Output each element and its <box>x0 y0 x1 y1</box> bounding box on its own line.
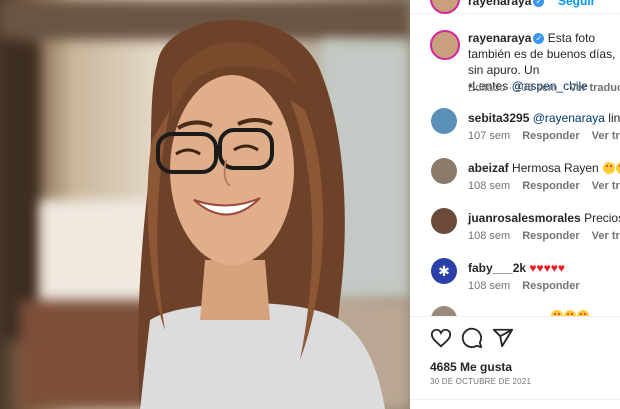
avatar[interactable] <box>431 158 457 184</box>
comment-text: abeizaf Hermosa Rayen <box>468 161 620 175</box>
avatar[interactable] <box>430 30 460 60</box>
add-comment-section[interactable] <box>410 399 620 400</box>
reply-button[interactable]: Responder <box>522 180 579 192</box>
comment-item: abeizaf Hermosa Rayen 108 sem Responder Ve… <box>410 158 620 206</box>
follow-button[interactable]: Seguir <box>558 0 595 8</box>
comment-text: faby___2k ♥♥♥♥♥ <box>468 261 565 275</box>
portrait-illustration <box>138 20 385 409</box>
translate-button[interactable]: Ver traducción <box>569 82 620 94</box>
header-username[interactable]: rayenaraya ✓ <box>468 0 545 8</box>
likes-count[interactable]: 4685 Me gusta <box>430 360 512 374</box>
avatar[interactable] <box>431 108 457 134</box>
comment-text: juanrosalesmorales Preciosa mi <box>468 211 620 225</box>
verified-icon: ✓ <box>533 33 545 44</box>
heart-eyes-emoji-icon <box>603 162 616 174</box>
post-header: rayenaraya ✓ Seguir <box>410 0 620 14</box>
comment-mention-link[interactable]: @rayenaraya <box>533 111 605 125</box>
reply-button[interactable]: Responder <box>522 280 579 292</box>
comment-meta: 108 semResponderVer traducción <box>468 230 620 242</box>
comment-item: ✱ faby___2k ♥♥♥♥♥ 108 sem Responder <box>410 258 620 306</box>
reply-button[interactable]: Responder <box>522 130 579 142</box>
comment-item: juanrosalesmorales Preciosa mi 108 semRe… <box>410 208 620 256</box>
caption-meta: Editado · 108 semVer traducción <box>468 82 620 94</box>
comment-meta: 108 semResponderVer traducción <box>468 180 620 192</box>
comment-username[interactable]: abeizaf <box>468 161 509 175</box>
post-photo[interactable] <box>0 0 410 409</box>
comment-icon[interactable] <box>461 327 483 349</box>
translate-button[interactable]: Ver traducción <box>592 230 620 242</box>
comment-item: sebita3295 @rayenaraya lindas f 107 semR… <box>410 108 620 156</box>
avatar[interactable] <box>431 208 457 234</box>
translate-button[interactable]: Ver traducción <box>592 130 620 142</box>
comment-meta: 108 sem Responder <box>468 280 580 292</box>
post-actions: 4685 Me gusta 30 DE OCTUBRE DE 2021 <box>410 316 620 409</box>
comment-username[interactable]: juanrosalesmorales <box>468 211 581 225</box>
post-sidebar: rayenaraya ✓ Seguir rayenaraya ✓ Esta foto… <box>410 0 620 409</box>
comment-username[interactable]: faby___2k <box>468 261 526 275</box>
avatar[interactable]: ✱ <box>431 258 457 284</box>
reply-button[interactable]: Responder <box>522 230 579 242</box>
comment-meta: 107 semResponderVer traducción <box>468 130 620 142</box>
translate-button[interactable]: Ver traducción <box>592 180 620 192</box>
heart-icon[interactable] <box>430 327 452 349</box>
avatar[interactable] <box>430 0 460 14</box>
heart-eyes-emoji-icon <box>616 162 620 174</box>
verified-icon: ✓ <box>533 0 545 7</box>
caption-username[interactable]: rayenaraya <box>468 31 531 45</box>
post-date: 30 DE OCTUBRE DE 2021 <box>430 377 532 386</box>
heart-emoji-icon: ♥♥♥♥♥ <box>529 261 566 275</box>
comment-text: sebita3295 @rayenaraya lindas f <box>468 111 620 125</box>
share-icon[interactable] <box>492 327 514 349</box>
comment-username[interactable]: sebita3295 <box>468 111 529 125</box>
